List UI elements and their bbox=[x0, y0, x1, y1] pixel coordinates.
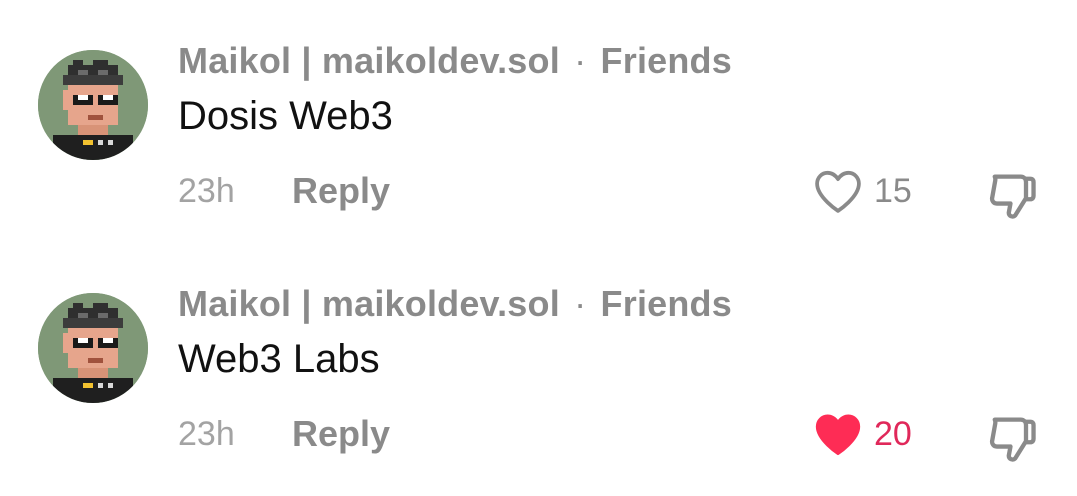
like-button[interactable]: 15 bbox=[812, 168, 912, 214]
separator: · bbox=[574, 283, 587, 324]
pixel-art-avatar-icon bbox=[38, 293, 148, 403]
dislike-button[interactable] bbox=[984, 413, 1040, 465]
separator: · bbox=[574, 40, 587, 81]
comment-author-line[interactable]: Maikol | maikoldev.sol · Friends bbox=[178, 283, 732, 325]
avatar[interactable] bbox=[38, 293, 148, 403]
like-button[interactable]: 20 bbox=[812, 411, 912, 457]
relation-label: Friends bbox=[600, 40, 732, 81]
pixel-art-avatar-icon bbox=[38, 50, 148, 160]
reply-button[interactable]: Reply bbox=[292, 170, 390, 212]
author-name[interactable]: Maikol | maikoldev.sol bbox=[178, 283, 560, 324]
comment-text: Dosis Web3 bbox=[178, 94, 393, 138]
reply-button[interactable]: Reply bbox=[292, 413, 390, 455]
comment-time: 23h bbox=[178, 415, 235, 453]
avatar[interactable] bbox=[38, 50, 148, 160]
heart-filled-icon bbox=[815, 414, 861, 456]
dislike-button[interactable] bbox=[984, 170, 1040, 222]
comment-time: 23h bbox=[178, 172, 235, 210]
like-count: 20 bbox=[874, 414, 912, 453]
thumbs-down-icon bbox=[989, 417, 1036, 462]
author-name[interactable]: Maikol | maikoldev.sol bbox=[178, 40, 560, 81]
comment-author-line[interactable]: Maikol | maikoldev.sol · Friends bbox=[178, 40, 732, 82]
comment-item: Maikol | maikoldev.sol · Friends Web3 La… bbox=[0, 243, 1077, 486]
thumbs-down-icon bbox=[989, 174, 1036, 219]
comment-item: Maikol | maikoldev.sol · Friends Dosis W… bbox=[0, 0, 1077, 243]
relation-label: Friends bbox=[600, 283, 732, 324]
comment-text: Web3 Labs bbox=[178, 337, 380, 381]
like-count: 15 bbox=[874, 171, 912, 210]
heart-outline-icon bbox=[815, 170, 861, 213]
